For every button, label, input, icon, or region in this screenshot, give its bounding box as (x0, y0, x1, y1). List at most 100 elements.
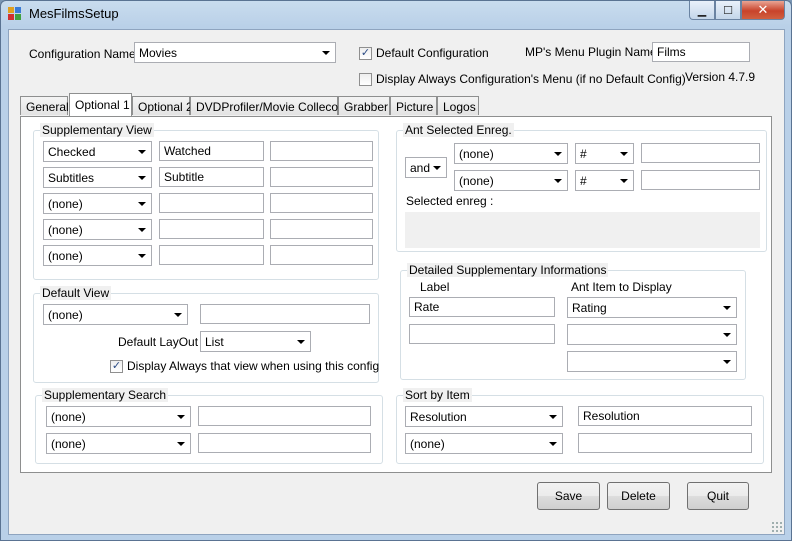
supp-search-field-2[interactable]: (none) (46, 433, 191, 454)
chevron-down-icon (549, 415, 557, 419)
plugin-name-value: Films (657, 45, 686, 59)
tab-dvdprofiler[interactable]: DVDProfiler/Movie Collecor (190, 96, 342, 115)
chevron-down-icon (549, 442, 557, 446)
sort-by-field-1[interactable]: Resolution (405, 406, 563, 427)
detailed-info-group: Detailed Supplementary Informations Labe… (400, 263, 746, 380)
title-bar[interactable]: MesFilmsSetup ▁ ☐ ✕ (1, 1, 791, 29)
default-layout-combo[interactable]: List (200, 331, 311, 352)
chevron-down-icon (723, 306, 731, 310)
ant-op-2[interactable]: # (575, 170, 634, 191)
ant-value-2[interactable] (641, 170, 760, 190)
supp-view-field-2[interactable]: Subtitles (43, 167, 152, 188)
supp-view-label-4[interactable] (159, 219, 264, 239)
chevron-down-icon (433, 166, 441, 170)
supp-view-label-3[interactable] (159, 193, 264, 213)
sort-by-label-2[interactable] (578, 433, 752, 453)
tab-label: Picture (396, 100, 434, 114)
ant-op-1[interactable]: # (575, 143, 634, 164)
tab-optional-1[interactable]: Optional 1 (69, 93, 132, 116)
tab-label: Optional 2 (138, 100, 193, 114)
sort-by-label-1[interactable]: Resolution (578, 406, 752, 426)
field-value: Resolution (583, 409, 640, 423)
ant-value-1[interactable] (641, 143, 760, 163)
chevron-down-icon (723, 360, 731, 364)
supp-view-label-1[interactable]: Watched (159, 141, 264, 161)
detailed-item-2[interactable] (567, 324, 737, 345)
tab-general[interactable]: General (20, 96, 69, 115)
tab-page-optional-1: Supplementary View Checked Watched Subti… (20, 116, 772, 473)
tab-optional-2[interactable]: Optional 2 (132, 96, 193, 115)
default-layout-label: Default LayOut (118, 335, 199, 349)
detailed-item-1[interactable]: Rating (567, 297, 737, 318)
version-label: Version 4.7.9 (685, 70, 756, 84)
detailed-item-3[interactable] (567, 351, 737, 372)
group-title: Default View (40, 286, 112, 300)
chevron-down-icon (138, 176, 146, 180)
supp-view-label-5[interactable] (159, 245, 264, 265)
supp-view-value-4[interactable] (270, 219, 373, 239)
tab-picture[interactable]: Picture (390, 96, 437, 115)
tab-grabber[interactable]: Grabber (338, 96, 390, 115)
combo-value: (none) (410, 437, 445, 451)
group-title: Sort by Item (403, 388, 472, 402)
default-config-checkbox[interactable]: ✓ (359, 47, 372, 60)
supp-search-field-1[interactable]: (none) (46, 406, 191, 427)
supp-view-value-1[interactable] (270, 141, 373, 161)
maximize-button[interactable]: ☐ (715, 1, 741, 20)
ant-field-2[interactable]: (none) (454, 170, 568, 191)
group-title: Supplementary View (40, 123, 154, 137)
minimize-icon: ▁ (697, 4, 707, 17)
resize-grip-icon[interactable] (771, 521, 782, 532)
save-button[interactable]: Save (537, 482, 600, 510)
chevron-down-icon (177, 415, 185, 419)
chevron-down-icon (620, 179, 628, 183)
quit-button[interactable]: Quit (687, 482, 749, 510)
delete-button[interactable]: Delete (607, 482, 670, 510)
supp-view-field-4[interactable]: (none) (43, 219, 152, 240)
supp-view-field-1[interactable]: Checked (43, 141, 152, 162)
minimize-button[interactable]: ▁ (689, 1, 715, 20)
plugin-name-field[interactable]: Films (652, 42, 750, 62)
tab-label: Logos (443, 100, 476, 114)
combo-value: (none) (48, 249, 83, 263)
supp-search-value-2[interactable] (198, 433, 371, 453)
config-name-combo[interactable]: Movies (134, 42, 336, 63)
tab-strip: General Optional 1 Optional 2 DVDProfile… (20, 93, 772, 116)
window-title: MesFilmsSetup (29, 6, 119, 21)
field-value: Watched (164, 144, 211, 158)
combo-value: (none) (459, 147, 494, 161)
supp-view-value-5[interactable] (270, 245, 373, 265)
supp-view-field-3[interactable]: (none) (43, 193, 152, 214)
chevron-down-icon (177, 442, 185, 446)
plugin-name-label: MP's Menu Plugin Name (525, 45, 657, 59)
default-view-combo[interactable]: (none) (43, 304, 188, 325)
supp-view-label-2[interactable]: Subtitle (159, 167, 264, 187)
tab-label: Optional 1 (75, 98, 130, 112)
sort-by-field-2[interactable]: (none) (405, 433, 563, 454)
chevron-down-icon (554, 179, 562, 183)
supp-view-value-3[interactable] (270, 193, 373, 213)
field-value: Rate (414, 300, 440, 314)
detailed-label-1[interactable]: Rate (409, 297, 555, 317)
group-title: Supplementary Search (42, 388, 169, 402)
combo-value: (none) (459, 174, 494, 188)
default-view-group: Default View (none) Default LayOut List … (33, 286, 379, 383)
chevron-down-icon (138, 254, 146, 258)
supp-search-value-1[interactable] (198, 406, 371, 426)
display-always-config-checkbox[interactable] (359, 73, 372, 86)
supp-view-value-2[interactable] (270, 167, 373, 187)
default-view-value-field[interactable] (200, 304, 370, 324)
close-button[interactable]: ✕ (741, 1, 785, 20)
combo-value: and (410, 161, 431, 175)
selected-enreg-label: Selected enreg : (406, 194, 494, 208)
field-value: Subtitle (164, 170, 205, 184)
ant-logic-combo[interactable]: and (405, 157, 447, 178)
combo-value: Rating (572, 301, 607, 315)
tab-logos[interactable]: Logos (437, 96, 479, 115)
combo-value: (none) (48, 308, 83, 322)
detailed-label-2[interactable] (409, 324, 555, 344)
display-always-view-checkbox[interactable]: ✓ (110, 360, 123, 373)
display-always-config-label: Display Always Configuration's Menu (if … (376, 72, 686, 86)
ant-field-1[interactable]: (none) (454, 143, 568, 164)
supp-view-field-5[interactable]: (none) (43, 245, 152, 266)
